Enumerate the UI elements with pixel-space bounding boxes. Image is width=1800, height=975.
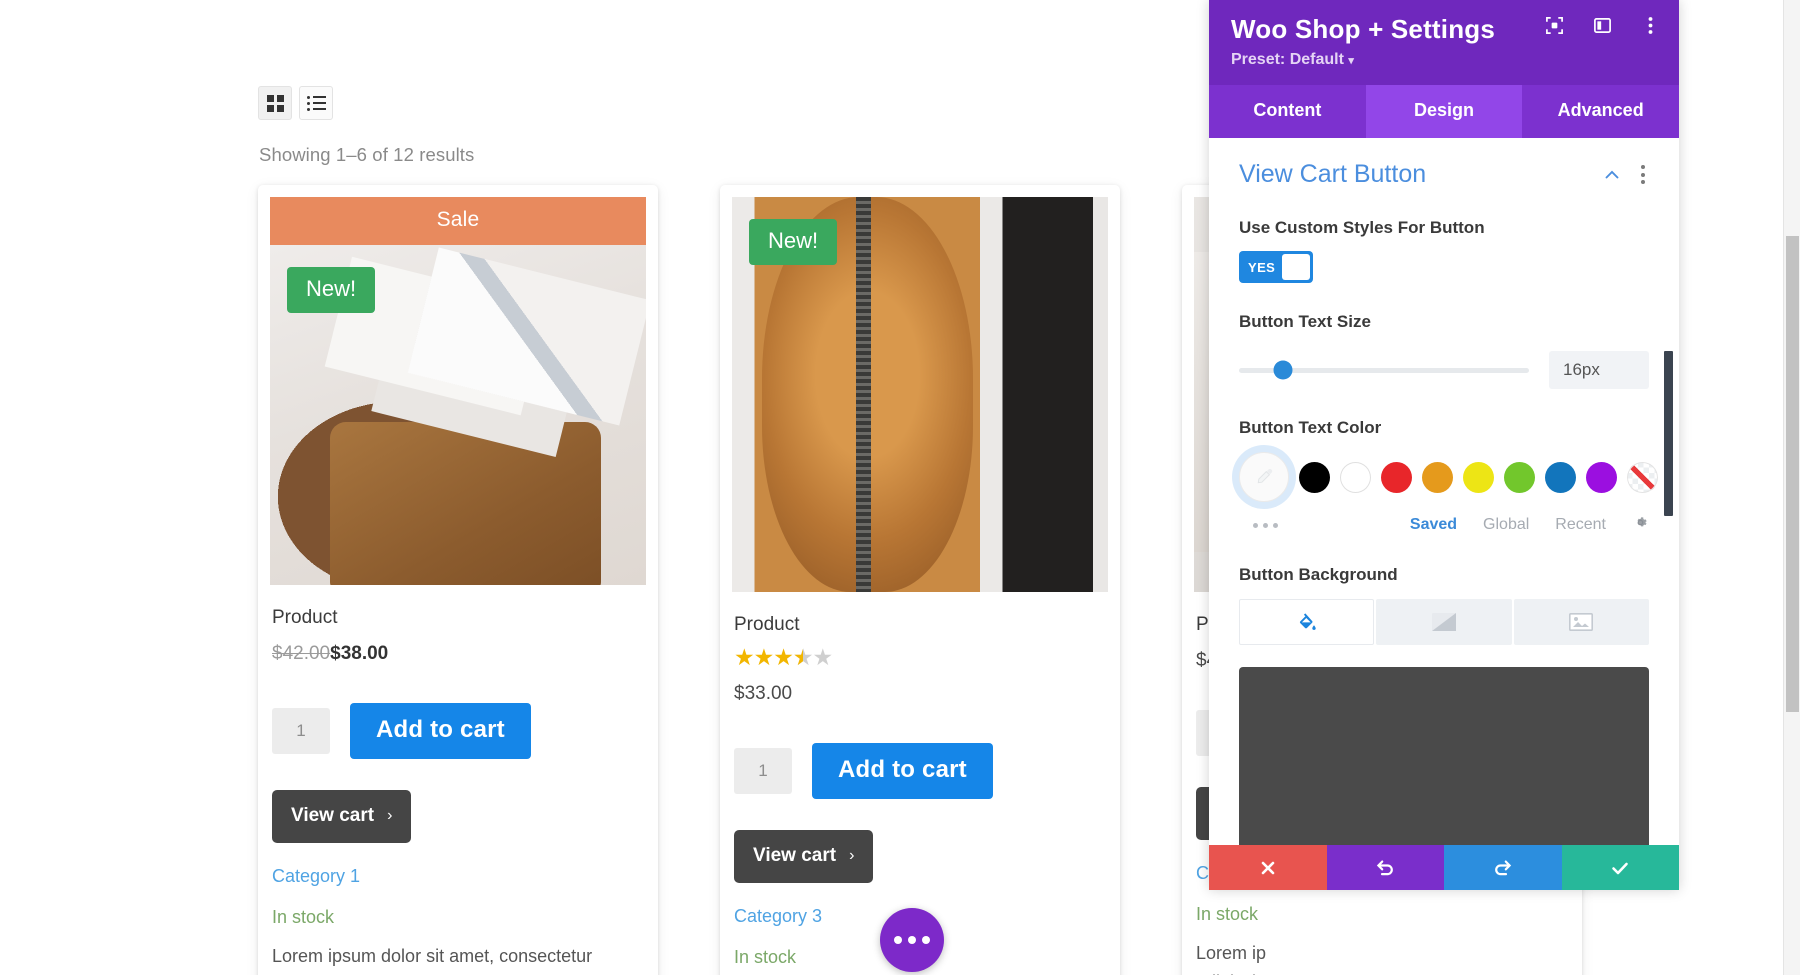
color-tab-recent[interactable]: Recent — [1555, 516, 1606, 534]
swatch-black[interactable] — [1299, 461, 1330, 493]
product-title[interactable]: Product — [734, 614, 1108, 636]
view-cart-button[interactable]: View cart › — [734, 830, 874, 883]
browser-scrollbar[interactable] — [1783, 0, 1800, 975]
text-size-slider[interactable] — [1239, 360, 1529, 380]
quantity-input[interactable] — [272, 708, 330, 754]
add-to-cart-button[interactable]: Add to cart — [812, 743, 993, 799]
toggle-knob — [1282, 254, 1310, 280]
toggle-value: YES — [1248, 259, 1276, 275]
chevron-down-icon: ▾ — [1348, 55, 1354, 67]
cancel-button[interactable] — [1209, 845, 1327, 890]
sale-badge: Sale — [270, 197, 646, 245]
color-swatch-row — [1239, 452, 1658, 502]
background-color-preview[interactable] — [1239, 667, 1649, 845]
swatch-purple[interactable] — [1586, 461, 1617, 493]
view-cart-label: View cart — [291, 805, 375, 826]
new-badge: New! — [287, 267, 376, 313]
product-category-link[interactable]: Category 1 — [272, 866, 646, 887]
tab-content[interactable]: Content — [1209, 85, 1366, 138]
more-swatches-icon[interactable] — [1239, 522, 1278, 528]
add-to-cart-button[interactable]: Add to cart — [350, 703, 531, 759]
color-tab-saved[interactable]: Saved — [1410, 516, 1457, 534]
section-menu-icon[interactable] — [1641, 165, 1645, 184]
focus-icon[interactable] — [1543, 14, 1565, 36]
floating-more-options-button[interactable] — [880, 908, 944, 972]
swatch-blue[interactable] — [1545, 461, 1576, 493]
text-size-value[interactable]: 16px — [1549, 351, 1649, 389]
product-image[interactable]: New! — [270, 245, 646, 585]
swatch-orange[interactable] — [1422, 461, 1453, 493]
swatch-white[interactable] — [1340, 461, 1371, 493]
background-type-gradient[interactable] — [1376, 599, 1512, 645]
swatch-green[interactable] — [1504, 461, 1535, 493]
new-badge: New! — [749, 219, 838, 265]
eyedropper-swatch[interactable] — [1239, 452, 1289, 502]
custom-styles-toggle[interactable]: YES — [1239, 251, 1313, 283]
button-text-size-label: Button Text Size — [1239, 312, 1371, 331]
color-tab-global[interactable]: Global — [1483, 516, 1529, 534]
button-text-color-label: Button Text Color — [1239, 418, 1382, 437]
panel-footer-actions — [1209, 845, 1679, 890]
list-view-button[interactable] — [299, 86, 333, 120]
quantity-input[interactable] — [734, 748, 792, 794]
view-mode-toggle — [258, 86, 333, 120]
list-icon — [306, 95, 326, 111]
custom-styles-label: Use Custom Styles For Button — [1239, 218, 1485, 237]
view-cart-label: View cart — [753, 845, 837, 866]
cart-controls: Add to cart — [272, 703, 646, 759]
module-settings-panel: Woo Shop + Settings Preset: Default ▾ Co… — [1209, 0, 1679, 890]
swatch-transparent[interactable] — [1627, 461, 1658, 493]
scrollbar-thumb[interactable] — [1786, 236, 1799, 712]
background-type-solid-color[interactable] — [1239, 599, 1375, 645]
layout-panel-icon[interactable] — [1591, 14, 1613, 36]
price-original: $42.00 — [272, 643, 331, 664]
product-price: $33.00 — [734, 683, 793, 704]
slider-thumb[interactable] — [1273, 360, 1292, 380]
tab-advanced[interactable]: Advanced — [1522, 85, 1679, 138]
kebab-menu-icon[interactable] — [1639, 14, 1661, 36]
section-title[interactable]: View Cart Button — [1239, 160, 1426, 189]
swatch-red[interactable] — [1381, 461, 1412, 493]
chevron-right-icon: › — [387, 807, 393, 824]
view-cart-button[interactable]: View cart › — [272, 790, 412, 843]
button-background-label: Button Background — [1239, 565, 1398, 584]
results-count: Showing 1–6 of 12 results — [259, 144, 475, 165]
redo-button[interactable] — [1444, 845, 1562, 890]
stock-status: In stock — [1196, 904, 1259, 924]
cart-controls: Add to cart — [734, 743, 1108, 799]
swatch-yellow[interactable] — [1463, 461, 1494, 493]
product-rating[interactable]: ★★★★ ★ — [734, 646, 1108, 670]
undo-button[interactable] — [1326, 845, 1444, 890]
tab-design[interactable]: Design — [1365, 85, 1523, 138]
price-sale: $38.00 — [330, 643, 389, 664]
stock-status: In stock — [272, 907, 335, 927]
panel-tabs: Content Design Advanced — [1209, 85, 1679, 138]
product-excerpt: Lorem ipadipisci — [1196, 943, 1267, 975]
product-title[interactable]: Product — [272, 607, 646, 629]
panel-header: Woo Shop + Settings Preset: Default ▾ — [1209, 0, 1679, 85]
background-type-tabs — [1239, 599, 1649, 645]
product-card[interactable]: Sale New! Product $42.00$38.00 Add to ca… — [258, 185, 658, 975]
grid-icon — [266, 94, 284, 112]
button-text-size-control: 16px — [1239, 351, 1649, 389]
chevron-up-icon[interactable] — [1603, 166, 1621, 184]
panel-scrollbar[interactable] — [1664, 351, 1673, 516]
section-header: View Cart Button — [1239, 160, 1649, 189]
product-image[interactable]: New! — [732, 197, 1108, 592]
panel-body: View Cart Button Use Custom Styles For B… — [1209, 138, 1679, 845]
preset-selector[interactable]: Preset: Default ▾ — [1231, 51, 1657, 69]
product-excerpt: Lorem ipsum dolor sit amet, consectetur … — [272, 946, 593, 966]
preset-label: Preset: Default — [1231, 51, 1344, 68]
grid-view-button[interactable] — [258, 86, 292, 120]
background-type-image[interactable] — [1513, 599, 1649, 645]
save-button[interactable] — [1561, 845, 1679, 890]
color-source-tabs: Saved Global Recent — [1239, 514, 1649, 536]
panel-header-icons — [1543, 14, 1661, 36]
chevron-right-icon: › — [849, 847, 855, 864]
gear-icon[interactable] — [1632, 514, 1649, 536]
product-price: $42.00$38.00 — [272, 643, 646, 665]
product-card[interactable]: New! Product ★★★★★ $33.00 Add to cart Vi… — [720, 185, 1120, 975]
